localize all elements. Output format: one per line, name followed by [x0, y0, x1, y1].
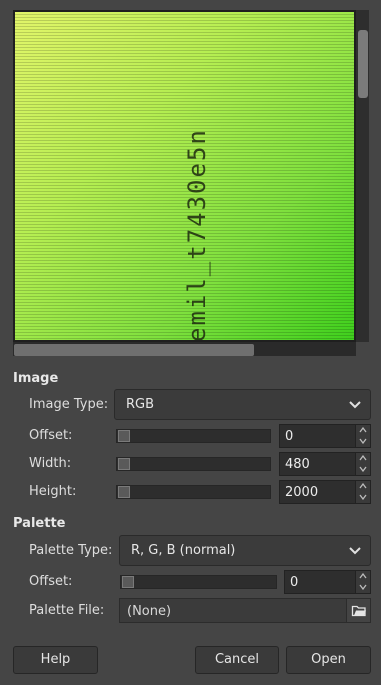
open-button-label: Open [311, 652, 346, 667]
arrow-up-icon[interactable] [355, 571, 370, 582]
height-spinbox[interactable]: 2000 [279, 480, 371, 504]
image-offset-value: 0 [285, 429, 294, 444]
width-label: Width: [29, 456, 72, 471]
palette-offset-slider-handle[interactable] [122, 576, 134, 588]
image-offset-spinbox[interactable]: 0 [279, 424, 371, 448]
palette-offset-value: 0 [290, 575, 299, 590]
help-button[interactable]: Help [13, 646, 98, 674]
arrow-up-icon[interactable] [355, 481, 370, 492]
width-spinbox[interactable]: 480 [279, 452, 371, 476]
palette-offset-label: Offset: [29, 574, 73, 589]
palette-type-combo[interactable]: R, G, B (normal) [119, 535, 371, 566]
file-open-button[interactable] [346, 599, 370, 622]
image-offset-label: Offset: [29, 428, 73, 443]
palette-offset-slider[interactable] [120, 575, 277, 589]
arrow-down-icon[interactable] [355, 582, 370, 593]
palette-file-chooser[interactable]: (None) [119, 598, 371, 623]
width-slider-handle[interactable] [118, 458, 130, 470]
help-button-label: Help [40, 652, 71, 667]
preview-text: emil_t7430e5n [183, 128, 211, 340]
chevron-down-icon [349, 547, 361, 555]
palette-section-title: Palette [13, 516, 66, 531]
palette-offset-spinbox[interactable]: 0 [284, 570, 371, 594]
preview-horizontal-scroll-thumb[interactable] [14, 344, 254, 356]
arrow-down-icon[interactable] [355, 464, 370, 475]
height-slider[interactable] [116, 485, 271, 499]
height-value: 2000 [285, 485, 319, 500]
cancel-button-label: Cancel [214, 652, 260, 667]
palette-file-label: Palette File: [29, 603, 105, 618]
arrow-down-icon[interactable] [355, 492, 370, 503]
width-value: 480 [285, 457, 310, 472]
preview-vertical-scroll-thumb[interactable] [358, 30, 368, 98]
preview-rendered-text: emil_t7430e5n [15, 12, 354, 340]
image-offset-slider[interactable] [116, 429, 271, 443]
image-type-label: Image Type: [29, 397, 109, 412]
width-slider[interactable] [116, 457, 271, 471]
cancel-button[interactable]: Cancel [195, 646, 279, 674]
arrow-down-icon[interactable] [355, 436, 370, 447]
image-offset-slider-handle[interactable] [118, 430, 130, 442]
arrow-up-icon[interactable] [355, 453, 370, 464]
height-slider-handle[interactable] [118, 486, 130, 498]
preview-text-graphic: emil_t7430e5n [183, 128, 211, 340]
palette-type-label: Palette Type: [29, 543, 113, 558]
image-type-value: RGB [126, 397, 155, 412]
height-label: Height: [29, 484, 77, 499]
raw-data-preview: emil_t7430e5n [15, 12, 354, 340]
arrow-up-icon[interactable] [355, 425, 370, 436]
image-section-title: Image [13, 371, 59, 386]
document-open-icon [351, 605, 366, 617]
palette-type-value: R, G, B (normal) [131, 543, 236, 558]
image-type-combo[interactable]: RGB [114, 389, 371, 420]
open-button[interactable]: Open [286, 646, 371, 674]
chevron-down-icon [349, 401, 361, 409]
palette-file-value: (None) [127, 604, 172, 619]
